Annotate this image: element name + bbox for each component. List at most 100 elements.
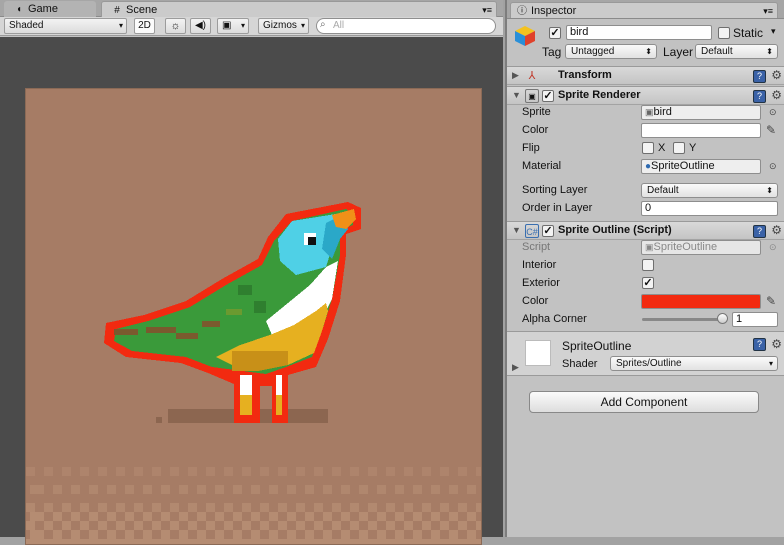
script-row: Script ▣SpriteOutline ⊙ [507,238,784,256]
lighting-toggle-button[interactable]: ☼ [165,18,186,34]
help-book-icon[interactable]: ? [753,338,766,351]
bird-sprite [104,202,361,423]
transform-axes-icon: ⅄ [528,70,536,82]
help-book-icon[interactable]: ? [753,225,766,238]
alpha-corner-slider-track[interactable] [642,318,724,321]
chevron-down-icon: ▾ [768,359,773,368]
object-name-field[interactable]: bird [566,25,712,40]
layer-value: Default [701,46,733,57]
scene-search-input[interactable]: ⌕ All [316,18,496,34]
wing-stripe [176,333,198,339]
info-icon: ⓘ [517,6,527,17]
scene-toolbar: Shaded ▾ 2D ☼ ◀) ▣ ▾ Gizmos ▾ ⌕ All [0,17,503,36]
chevron-updown-icon: ⬍ [766,47,773,56]
gizmos-dropdown[interactable]: Gizmos ▾ [258,18,309,34]
foldout-expanded-icon[interactable]: ▼ [512,90,521,100]
sprite-row: Sprite ▣bird ⊙ [507,103,784,121]
alpha-corner-field[interactable]: 1 [732,312,778,327]
sprite-label: Sprite [522,106,551,118]
exterior-row: Exterior ✓ [507,274,784,292]
outline-color-row: Color ✎ [507,292,784,310]
color-label: Color [522,124,549,136]
material-label: Material [522,160,562,172]
order-in-layer-field[interactable]: 0 [641,201,778,216]
tab-game-label: Game [28,3,58,15]
eyedropper-icon[interactable]: ✎ [766,292,776,310]
search-icon: ⌕ [320,19,326,30]
wing-stripe [226,309,242,315]
tab-inspector[interactable]: ⓘ Inspector ▾≡ [510,2,778,18]
scene-panel: ◖ Game # Scene ▾≡ Shaded ▾ 2D ☼ ◀) ▣ ▾ Gizmo… [0,0,503,545]
eyedropper-icon[interactable]: ✎ [766,121,776,139]
search-placeholder: All [333,20,345,31]
active-checkbox[interactable]: ✓ [549,27,561,39]
flip-x-checkbox[interactable] [642,142,654,154]
object-picker-icon[interactable]: ⊙ [769,157,777,175]
alpha-corner-slider-thumb[interactable] [717,313,728,324]
material-section: ▶ SpriteOutline ? ⚙ Shader Sprites/Outli… [507,331,784,376]
static-checkbox[interactable] [718,27,730,39]
static-dropdown-arrow[interactable]: ▾ [771,26,776,37]
sprite-field[interactable]: ▣bird [641,105,761,120]
foldout-collapsed-icon[interactable]: ▶ [512,70,519,81]
gear-icon[interactable]: ⚙ [771,337,782,351]
interior-checkbox[interactable] [642,259,654,271]
color-swatch[interactable] [641,123,761,138]
outline-color-swatch[interactable] [641,294,761,309]
script-icon: C# [525,224,539,238]
flip-label: Flip [522,142,540,154]
wing-stripe [202,321,220,327]
gizmos-label: Gizmos [263,20,297,31]
exterior-checkbox[interactable]: ✓ [642,277,654,289]
panel-menu-icon[interactable]: ▾≡ [763,3,773,19]
order-in-layer-row: Order in Layer 0 [507,199,784,217]
image-icon: ▣ [222,20,232,31]
gear-icon[interactable]: ⚙ [771,88,782,102]
exterior-label: Exterior [522,277,560,289]
help-book-icon[interactable]: ? [753,90,766,103]
chevron-updown-icon: ⬍ [766,186,773,195]
shader-dropdown[interactable]: Sprites/Outline ▾ [610,356,778,371]
game-controller-icon: ◖ [15,4,23,15]
tab-game[interactable]: ◖ Game [4,1,96,17]
outline-color-label: Color [522,295,549,307]
foldout-expanded-icon[interactable]: ▼ [512,225,521,235]
audio-toggle-button[interactable]: ◀) [190,18,211,34]
shading-mode-dropdown[interactable]: Shaded ▾ [4,18,127,34]
wing-stripe [146,327,176,333]
2d-toggle-button[interactable]: 2D [134,18,155,34]
static-label: Static [733,26,764,40]
alpha-corner-row: Alpha Corner 1 [507,310,784,328]
bird-foot [240,395,252,415]
layer-dropdown[interactable]: Default ⬍ [695,44,778,59]
sorting-layer-dropdown[interactable]: Default ⬍ [641,183,778,198]
wing-shade [254,301,266,313]
sprite-asset-icon: ▣ [645,107,654,117]
sprite-value: bird [653,106,672,118]
tab-scene[interactable]: # Scene ▾≡ [101,1,497,17]
flip-y-checkbox[interactable] [673,142,685,154]
object-picker-icon[interactable]: ⊙ [769,103,777,121]
effects-dropdown[interactable]: ▣ ▾ [217,18,249,34]
order-in-layer-label: Order in Layer [522,202,593,214]
help-book-icon[interactable]: ? [753,70,766,83]
sprite-outline-enabled-checkbox[interactable]: ✓ [542,225,554,237]
sprite-renderer-enabled-checkbox[interactable]: ✓ [542,90,554,102]
scene-viewport[interactable] [0,37,503,545]
shader-value: Sprites/Outline [616,358,682,369]
tag-dropdown[interactable]: Untagged ⬍ [565,44,657,59]
wing-stripe [114,329,138,335]
add-component-button[interactable]: Add Component [529,391,759,413]
foldout-collapsed-icon[interactable]: ▶ [512,362,519,373]
sprite-renderer-title: Sprite Renderer [558,89,641,101]
panel-menu-icon[interactable]: ▾≡ [482,2,492,18]
material-field[interactable]: ●SpriteOutline [641,159,761,174]
transform-component-header[interactable]: ▶ ⅄ Transform ? ⚙ [507,66,784,85]
gear-icon[interactable]: ⚙ [771,223,782,237]
inspector-tab-bar: ⓘ Inspector ▾≡ [507,0,784,19]
script-label: Script [522,241,551,253]
material-preview [525,340,551,366]
chevron-updown-icon: ⬍ [645,47,652,56]
gear-icon[interactable]: ⚙ [771,68,782,82]
tab-scene-label: Scene [126,4,158,16]
